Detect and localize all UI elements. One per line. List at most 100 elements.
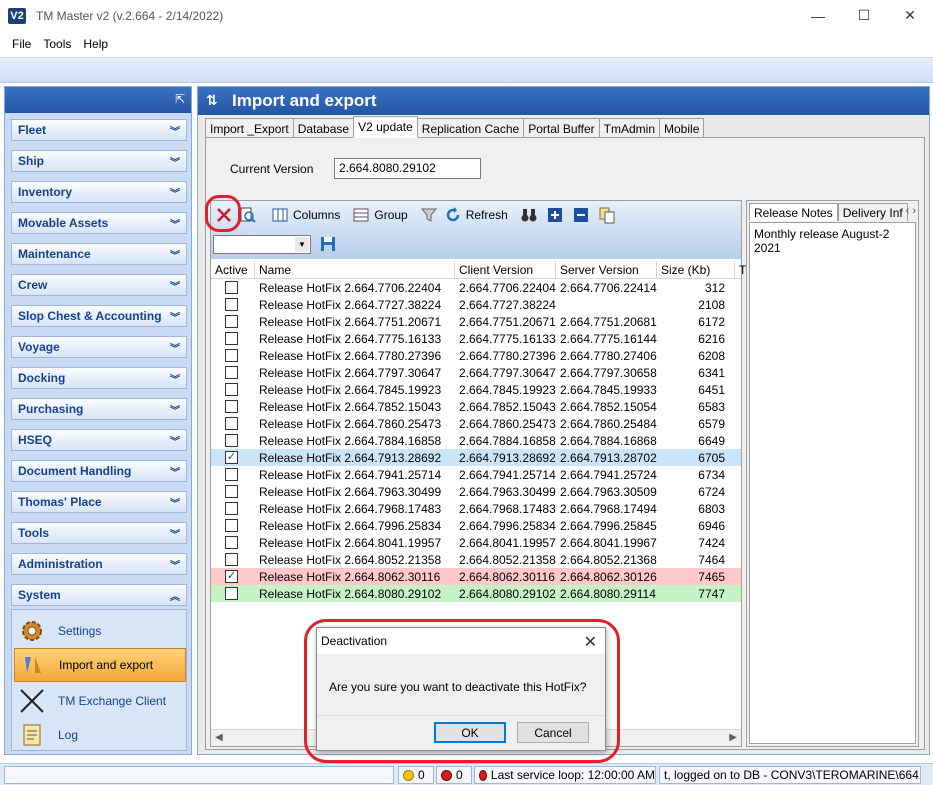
sidebar-item-voyage[interactable]: Voyage ︾ bbox=[11, 336, 187, 358]
table-row[interactable]: Release HotFix 2.664.7727.38224 2.664.772… bbox=[211, 296, 741, 313]
table-row[interactable]: Release HotFix 2.664.7968.17483 2.664.796… bbox=[211, 500, 741, 517]
status-errors[interactable]: 0 bbox=[436, 766, 472, 784]
sidebar-item-settings[interactable]: Settings bbox=[14, 614, 186, 648]
sidebar-item-crew[interactable]: Crew ︾ bbox=[11, 274, 187, 296]
column-header-size[interactable]: Size (Kb) bbox=[657, 261, 735, 279]
active-checkbox[interactable] bbox=[225, 536, 238, 549]
tab-database[interactable]: Database bbox=[292, 118, 355, 138]
column-header-active[interactable]: Active bbox=[211, 261, 255, 279]
close-icon[interactable]: ✕ bbox=[584, 632, 597, 652]
chevron-down-icon[interactable]: ▼ bbox=[295, 237, 309, 252]
table-row[interactable]: ✓ Release HotFix 2.664.7913.28692 2.664.79… bbox=[211, 449, 741, 466]
active-checkbox[interactable] bbox=[225, 281, 238, 294]
table-row[interactable]: Release HotFix 2.664.7963.30499 2.664.796… bbox=[211, 483, 741, 500]
collapse-button[interactable] bbox=[572, 204, 590, 226]
table-row[interactable]: Release HotFix 2.664.8080.29102 2.664.808… bbox=[211, 585, 741, 602]
active-checkbox[interactable] bbox=[225, 383, 238, 396]
tab-tmadmin[interactable]: TmAdmin bbox=[598, 118, 661, 138]
menu-help[interactable]: Help bbox=[83, 37, 108, 51]
status-warnings[interactable]: 0 bbox=[398, 766, 434, 784]
active-checkbox[interactable] bbox=[225, 417, 238, 430]
close-button[interactable]: ✕ bbox=[887, 0, 933, 31]
sidebar-item-thomas-place[interactable]: Thomas' Place ︾ bbox=[11, 491, 187, 513]
table-row[interactable]: Release HotFix 2.664.8052.21358 2.664.805… bbox=[211, 551, 741, 568]
column-header-server-version[interactable]: Server Version bbox=[556, 261, 657, 279]
table-row[interactable]: ✓ Release HotFix 2.664.8062.30116 2.664.80… bbox=[211, 568, 741, 585]
sidebar-item-inventory[interactable]: Inventory ︾ bbox=[11, 181, 187, 203]
sidebar-item-log[interactable]: Log bbox=[14, 718, 186, 752]
table-row[interactable]: Release HotFix 2.664.7860.25473 2.664.786… bbox=[211, 415, 741, 432]
table-row[interactable]: Release HotFix 2.664.7852.15043 2.664.785… bbox=[211, 398, 741, 415]
active-checkbox[interactable] bbox=[225, 502, 238, 515]
active-checkbox[interactable] bbox=[225, 587, 238, 600]
filter-button[interactable] bbox=[420, 204, 438, 226]
table-row[interactable]: Release HotFix 2.664.8041.19957 2.664.804… bbox=[211, 534, 741, 551]
sidebar-item-import-export[interactable]: Import and export bbox=[14, 648, 186, 682]
active-checkbox[interactable] bbox=[225, 332, 238, 345]
maximize-button[interactable]: ☐ bbox=[841, 0, 887, 31]
active-checkbox[interactable] bbox=[225, 298, 238, 311]
find-button[interactable] bbox=[520, 204, 538, 226]
active-checkbox[interactable] bbox=[225, 400, 238, 413]
table-row[interactable]: Release HotFix 2.664.7845.19923 2.664.784… bbox=[211, 381, 741, 398]
pin-icon[interactable]: ⇱ bbox=[175, 92, 185, 106]
sidebar-item-maintenance[interactable]: Maintenance ︾ bbox=[11, 243, 187, 265]
sidebar-item-slop-chest-accounting[interactable]: Slop Chest & Accounting ︾ bbox=[11, 305, 187, 327]
sidebar-item-hseq[interactable]: HSEQ ︾ bbox=[11, 429, 187, 451]
scroll-right-icon[interactable]: ▶ bbox=[729, 732, 737, 743]
active-checkbox[interactable] bbox=[225, 366, 238, 379]
column-header-client-version[interactable]: Client Version bbox=[455, 261, 556, 279]
current-version-field[interactable]: 2.664.8080.29102 bbox=[334, 158, 481, 179]
active-checkbox[interactable] bbox=[225, 553, 238, 566]
menu-file[interactable]: File bbox=[12, 37, 31, 51]
tab-replication-cache[interactable]: Replication Cache bbox=[416, 118, 525, 138]
sidebar-item-fleet[interactable]: Fleet ︾ bbox=[11, 119, 187, 141]
sidebar-item-system[interactable]: System ︽ bbox=[11, 584, 187, 606]
tab-scroll-arrows-icon[interactable]: ‹ › bbox=[906, 205, 916, 217]
sidebar-item-purchasing[interactable]: Purchasing ︾ bbox=[11, 398, 187, 420]
table-row[interactable]: Release HotFix 2.664.7706.22404 2.664.770… bbox=[211, 279, 741, 296]
active-checkbox[interactable]: ✓ bbox=[225, 451, 238, 464]
columns-button[interactable]: Columns bbox=[271, 204, 340, 226]
column-header-t[interactable]: T bbox=[735, 261, 746, 279]
refresh-button[interactable]: Refresh bbox=[444, 204, 508, 226]
sidebar-item-tm-exchange-client[interactable]: TM Exchange Client bbox=[14, 684, 186, 718]
sidebar-item-ship[interactable]: Ship ︾ bbox=[11, 150, 187, 172]
active-checkbox[interactable]: ✓ bbox=[225, 570, 238, 583]
table-row[interactable]: Release HotFix 2.664.7775.16133 2.664.777… bbox=[211, 330, 741, 347]
table-row[interactable]: Release HotFix 2.664.7780.27396 2.664.778… bbox=[211, 347, 741, 364]
copy-button[interactable] bbox=[598, 204, 616, 226]
minimize-button[interactable]: — bbox=[795, 0, 841, 31]
sidebar-item-movable-assets[interactable]: Movable Assets ︾ bbox=[11, 212, 187, 234]
menu-tools[interactable]: Tools bbox=[43, 37, 71, 51]
table-row[interactable]: Release HotFix 2.664.7884.16858 2.664.788… bbox=[211, 432, 741, 449]
table-row[interactable]: Release HotFix 2.664.7797.30647 2.664.779… bbox=[211, 364, 741, 381]
group-button[interactable]: Group bbox=[352, 204, 408, 226]
cancel-button[interactable]: Cancel bbox=[517, 722, 589, 743]
save-icon[interactable] bbox=[319, 235, 337, 253]
active-checkbox[interactable] bbox=[225, 349, 238, 362]
tab-mobile[interactable]: Mobile bbox=[659, 118, 705, 138]
sidebar-item-docking[interactable]: Docking ︾ bbox=[11, 367, 187, 389]
scroll-left-icon[interactable]: ◀ bbox=[215, 732, 223, 743]
active-checkbox[interactable] bbox=[225, 434, 238, 447]
active-checkbox[interactable] bbox=[225, 315, 238, 328]
active-checkbox[interactable] bbox=[225, 519, 238, 532]
table-row[interactable]: Release HotFix 2.664.7751.20671 2.664.775… bbox=[211, 313, 741, 330]
tab-delivery-info[interactable]: Delivery Inf bbox=[837, 203, 908, 221]
preview-button[interactable] bbox=[239, 204, 257, 226]
table-row[interactable]: Release HotFix 2.664.7996.25834 2.664.799… bbox=[211, 517, 741, 534]
tab-v2-update[interactable]: V2 update bbox=[353, 116, 418, 138]
table-row[interactable]: Release HotFix 2.664.7941.25714 2.664.794… bbox=[211, 466, 741, 483]
sidebar-item-tools[interactable]: Tools ︾ bbox=[11, 522, 187, 544]
expand-button[interactable] bbox=[546, 204, 564, 226]
deactivate-button[interactable] bbox=[215, 204, 233, 226]
tab-import-export[interactable]: Import _Export bbox=[205, 118, 294, 138]
layout-combo[interactable]: ▼ bbox=[213, 235, 311, 254]
tab-portal-buffer[interactable]: Portal Buffer bbox=[523, 118, 600, 138]
ok-button[interactable]: OK bbox=[434, 722, 506, 743]
active-checkbox[interactable] bbox=[225, 468, 238, 481]
sidebar-item-administration[interactable]: Administration ︾ bbox=[11, 553, 187, 575]
tab-release-notes[interactable]: Release Notes bbox=[749, 203, 838, 221]
sidebar-item-document-handling[interactable]: Document Handling ︾ bbox=[11, 460, 187, 482]
